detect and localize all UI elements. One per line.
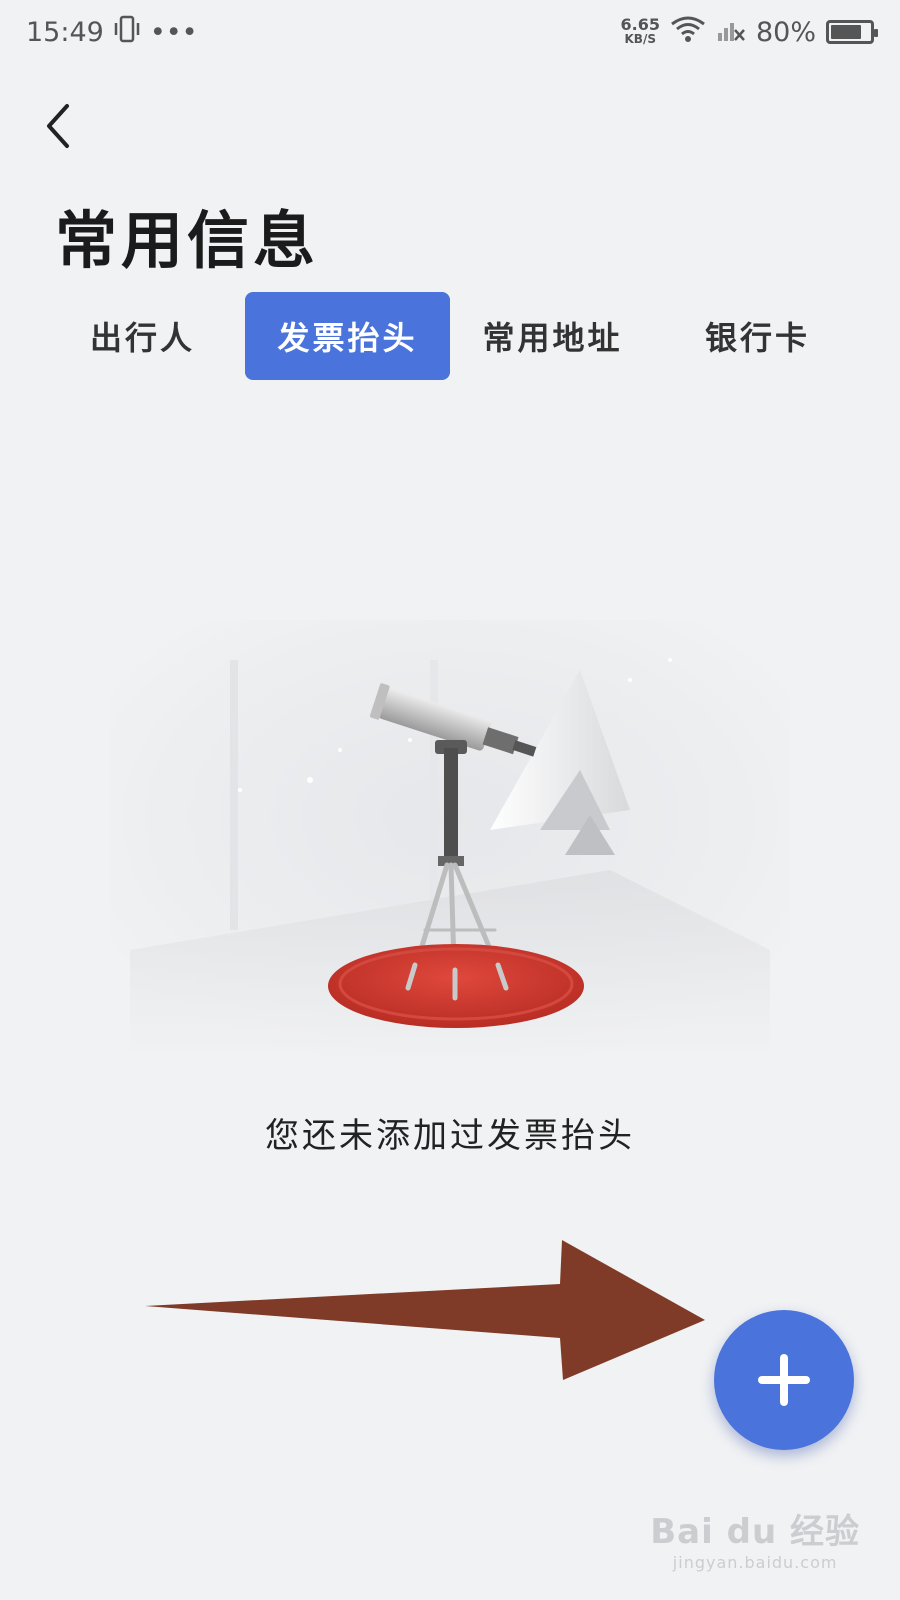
net-speed: 6.65 KB/S	[621, 17, 660, 47]
empty-state-message: 您还未添加过发票抬头	[265, 1116, 635, 1156]
battery-percent: 80%	[755, 16, 816, 48]
vibrate-icon	[114, 14, 140, 51]
tab-travelers[interactable]: 出行人	[40, 292, 245, 380]
page-title: 常用信息	[55, 204, 320, 277]
watermark-brand: Bai du 经验	[650, 1512, 860, 1552]
battery-fill	[831, 25, 862, 39]
arrow-annotation	[145, 1240, 705, 1380]
plus-icon	[758, 1354, 810, 1406]
more-notifications-icon: •••	[149, 16, 198, 48]
status-bar-right: 6.65 KB/S 80%	[621, 15, 878, 50]
battery-icon	[826, 20, 878, 44]
tab-bank-card[interactable]: 银行卡	[655, 292, 860, 380]
tab-common-address[interactable]: 常用地址	[450, 292, 655, 380]
status-time: 15:49	[26, 16, 104, 48]
back-button[interactable]	[30, 98, 86, 154]
tab-bar: 出行人 发票抬头 常用地址 银行卡	[40, 292, 860, 380]
status-bar: 15:49 ••• 6.65 KB/S 80%	[0, 0, 900, 64]
wifi-icon	[670, 15, 706, 50]
baidu-jingyan-watermark: Bai du 经验 jingyan.baidu.com	[650, 1504, 860, 1572]
chevron-left-icon	[47, 104, 69, 148]
watermark-url: jingyan.baidu.com	[672, 1553, 838, 1572]
net-speed-value: 6.65	[620, 15, 660, 34]
add-invoice-title-button[interactable]	[714, 1310, 854, 1450]
signal-no-sim-icon	[716, 15, 746, 50]
status-bar-left: 15:49 •••	[26, 14, 198, 51]
net-speed-unit: KB/S	[624, 32, 656, 46]
tab-invoice-title[interactable]: 发票抬头	[245, 292, 450, 380]
telescope-illustration	[110, 620, 790, 1060]
